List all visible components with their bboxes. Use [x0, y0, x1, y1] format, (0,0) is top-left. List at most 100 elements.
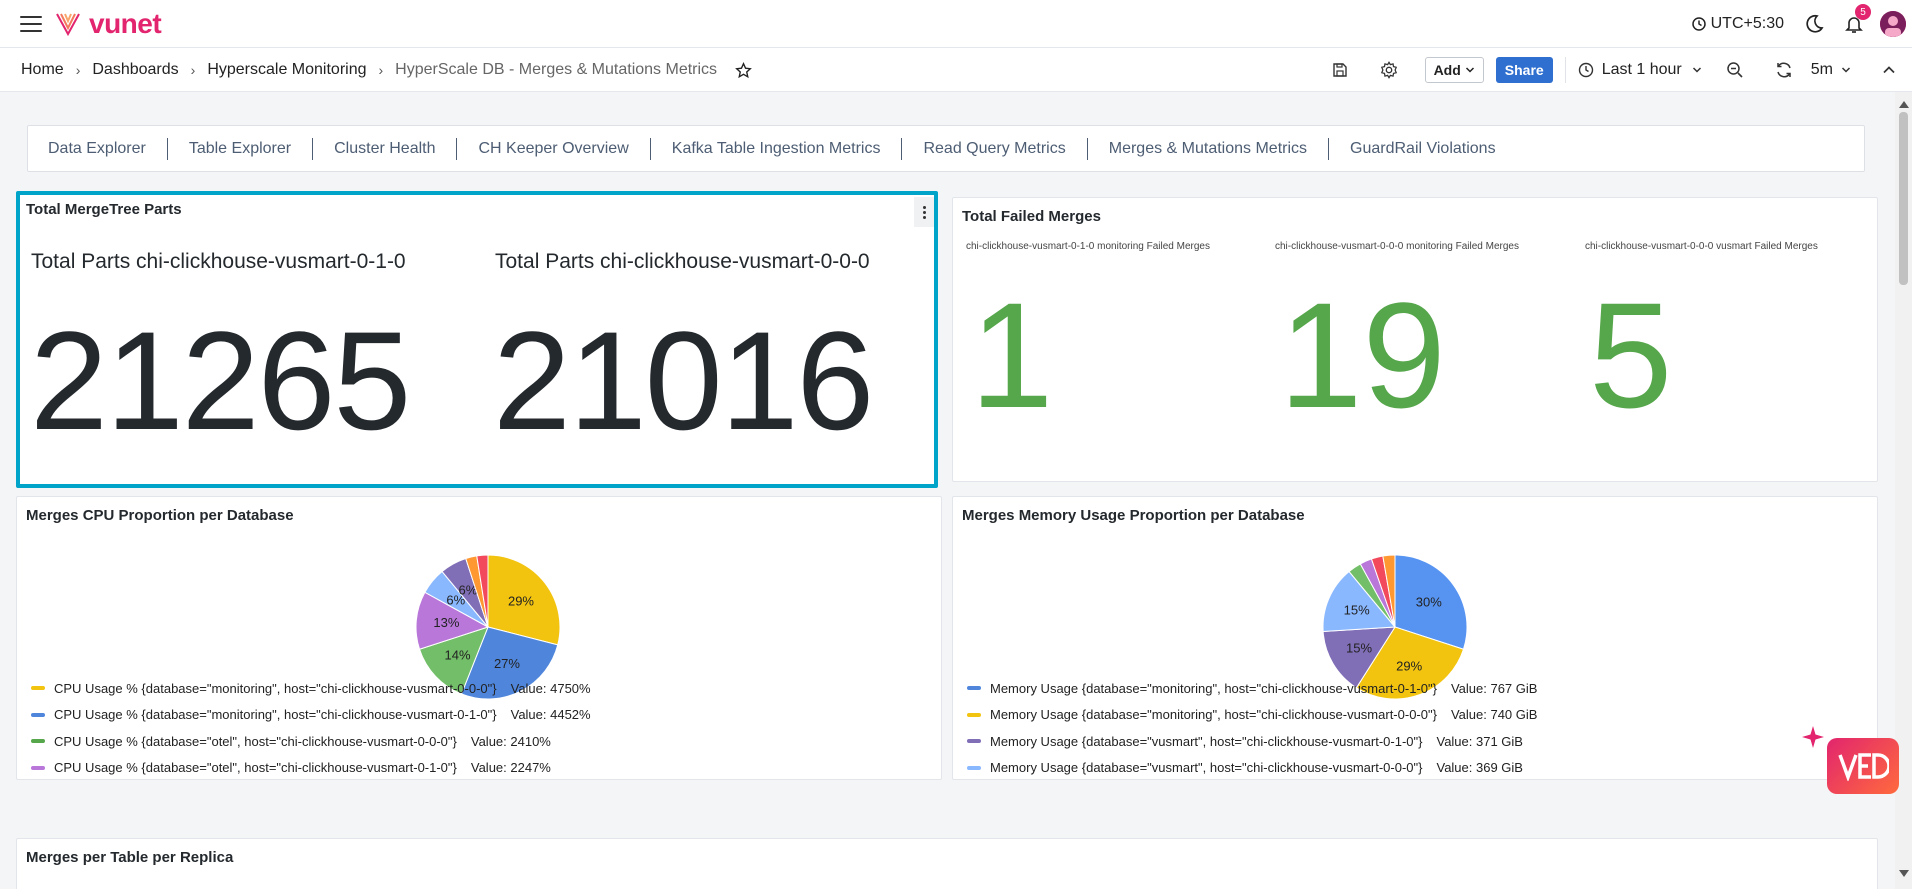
- stat-value: 21265: [30, 302, 411, 459]
- panel-title: Merges CPU Proportion per Database: [26, 507, 294, 524]
- legend-item[interactable]: Memory Usage {database="monitoring", hos…: [967, 702, 1537, 729]
- time-range-label: Last 1 hour: [1601, 61, 1682, 78]
- legend-item[interactable]: Memory Usage {database="vusmart", host="…: [967, 728, 1537, 755]
- breadcrumb-home[interactable]: Home: [21, 61, 64, 79]
- nav-separator: [649, 137, 651, 160]
- legend-item[interactable]: CPU Usage % {database="monitoring", host…: [31, 675, 591, 702]
- nav-link-data-explorer[interactable]: Data Explorer: [48, 140, 146, 158]
- menu-icon[interactable]: [20, 16, 42, 32]
- refresh-interval-label: 5m: [1810, 61, 1833, 78]
- settings-gear-icon[interactable]: [1376, 57, 1402, 83]
- scroll-up-arrow-icon[interactable]: [1899, 101, 1909, 108]
- legend-label: Memory Usage {database="vusmart", host="…: [990, 760, 1423, 776]
- legend-swatch: [967, 712, 981, 717]
- legend-value: Value: 4452%: [510, 707, 591, 723]
- nav-separator: [1086, 137, 1088, 160]
- pie-slice-label: 29%: [508, 593, 534, 608]
- nav-separator: [166, 137, 168, 160]
- legend-item[interactable]: CPU Usage % {database="otel", host="chi-…: [31, 755, 591, 780]
- dashboard-header: Home › Dashboards › Hyperscale Monitorin…: [0, 48, 1912, 92]
- logo[interactable]: vunet: [55, 8, 162, 39]
- chevron-down-icon: [1465, 67, 1474, 73]
- save-icon[interactable]: [1327, 57, 1353, 83]
- panel-total-mergetree-parts[interactable]: Total MergeTree Parts Total Parts chi-cl…: [16, 191, 938, 488]
- nav-link-merges-mutations[interactable]: Merges & Mutations Metrics: [1109, 140, 1307, 158]
- legend-item[interactable]: Memory Usage {database="monitoring", hos…: [967, 675, 1537, 702]
- legend-value: Value: 767 GiB: [1450, 680, 1538, 696]
- breadcrumb-separator-icon: ›: [378, 62, 384, 78]
- refresh-icon[interactable]: [1771, 57, 1797, 83]
- stat-value: 1: [970, 271, 1054, 439]
- panel-title: Total MergeTree Parts: [26, 201, 182, 218]
- nav-separator: [901, 137, 903, 160]
- share-button[interactable]: Share: [1495, 57, 1553, 83]
- dashboard-nav-links: Data Explorer Table Explorer Cluster Hea…: [27, 125, 1865, 172]
- nav-link-table-explorer[interactable]: Table Explorer: [189, 140, 291, 158]
- legend-value: Value: 4750%: [510, 680, 591, 696]
- stat-label: Total Parts chi-clickhouse-vusmart-0-0-0: [495, 250, 870, 273]
- panel-total-failed-merges[interactable]: Total Failed Merges chi-clickhouse-vusma…: [952, 197, 1878, 482]
- add-button-label: Add: [1433, 62, 1461, 78]
- panel-merges-memory-proportion[interactable]: Merges Memory Usage Proportion per Datab…: [952, 496, 1878, 780]
- legend-label: CPU Usage % {database="otel", host="chi-…: [54, 733, 457, 749]
- legend-swatch: [31, 739, 45, 744]
- nav-separator: [1328, 137, 1330, 160]
- pie-slice-label: 15%: [1344, 602, 1370, 617]
- pie-slice-label: 13%: [433, 615, 459, 630]
- notifications-button[interactable]: 5: [1840, 4, 1871, 38]
- nav-link-kafka-ingestion[interactable]: Kafka Table Ingestion Metrics: [672, 140, 881, 158]
- scroll-down-arrow-icon[interactable]: [1899, 870, 1909, 877]
- stat-value: 19: [1279, 271, 1446, 439]
- nav-separator: [312, 137, 314, 160]
- legend-label: Memory Usage {database="monitoring", hos…: [990, 680, 1437, 696]
- legend-value: Value: 369 GiB: [1436, 760, 1523, 776]
- legend-swatch: [31, 712, 45, 717]
- brand-name: vunet: [89, 8, 162, 39]
- nav-link-guardrail-violations[interactable]: GuardRail Violations: [1350, 140, 1496, 158]
- panel-merges-per-table[interactable]: Merges per Table per Replica: [16, 838, 1878, 889]
- collapse-header-icon[interactable]: [1879, 60, 1899, 80]
- breadcrumb-separator-icon: ›: [190, 62, 196, 78]
- legend-value: Value: 2247%: [470, 760, 551, 776]
- nav-link-read-query[interactable]: Read Query Metrics: [923, 140, 1065, 158]
- legend-swatch: [31, 686, 45, 691]
- breadcrumb-dashboards[interactable]: Dashboards: [92, 61, 178, 79]
- favorite-star-icon[interactable]: [735, 61, 752, 79]
- legend-swatch: [31, 765, 45, 770]
- legend-item[interactable]: CPU Usage % {database="monitoring", host…: [31, 702, 591, 729]
- time-range-picker[interactable]: Last 1 hour: [1578, 61, 1702, 79]
- sparkle-icon[interactable]: [1801, 725, 1825, 749]
- top-bar: vunet UTC+5:30 5: [0, 0, 1912, 48]
- user-avatar[interactable]: [1880, 11, 1906, 37]
- legend-item[interactable]: CPU Usage % {database="otel", host="chi-…: [31, 728, 591, 755]
- dashboard-toolbar: Add Share Last 1 hour 5m: [1327, 48, 1912, 92]
- breadcrumb-folder[interactable]: Hyperscale Monitoring: [207, 61, 366, 79]
- cpu-pie-legend: CPU Usage % {database="monitoring", host…: [31, 675, 591, 780]
- page-title: HyperScale DB - Merges & Mutations Metri…: [395, 61, 718, 78]
- timezone-selector[interactable]: UTC+5:30: [1691, 15, 1784, 33]
- legend-swatch: [967, 765, 981, 770]
- breadcrumb: Home › Dashboards › Hyperscale Monitorin…: [21, 48, 752, 92]
- nav-separator: [456, 137, 458, 160]
- user-avatar-icon: [1880, 11, 1906, 37]
- pie-slice-label: 14%: [445, 648, 471, 663]
- theme-toggle[interactable]: [1800, 10, 1828, 38]
- legend-item[interactable]: Memory Usage {database="vusmart", host="…: [967, 755, 1537, 780]
- zoom-out-icon[interactable]: [1722, 57, 1748, 83]
- scroll-thumb[interactable]: [1899, 112, 1908, 285]
- notification-count-badge: 5: [1855, 4, 1871, 20]
- nav-link-cluster-health[interactable]: Cluster Health: [334, 140, 435, 158]
- refresh-interval-picker[interactable]: 5m: [1811, 61, 1851, 79]
- assistant-logo-icon: [1838, 753, 1889, 781]
- pie-slice-label: 15%: [1346, 640, 1372, 655]
- assistant-launcher-button[interactable]: [1827, 738, 1899, 794]
- add-button[interactable]: Add: [1424, 57, 1484, 83]
- panel-merges-cpu-proportion[interactable]: Merges CPU Proportion per Database 29% 27…: [16, 496, 942, 780]
- panel-title: Merges Memory Usage Proportion per Datab…: [962, 507, 1305, 524]
- nav-link-ch-keeper-overview[interactable]: CH Keeper Overview: [478, 140, 628, 158]
- chevron-down-icon: [1692, 67, 1701, 73]
- panel-menu-icon[interactable]: [914, 197, 934, 227]
- legend-value: Value: 740 GiB: [1450, 707, 1538, 723]
- stat-value: 5: [1589, 271, 1673, 439]
- legend-label: CPU Usage % {database="otel", host="chi-…: [54, 760, 457, 776]
